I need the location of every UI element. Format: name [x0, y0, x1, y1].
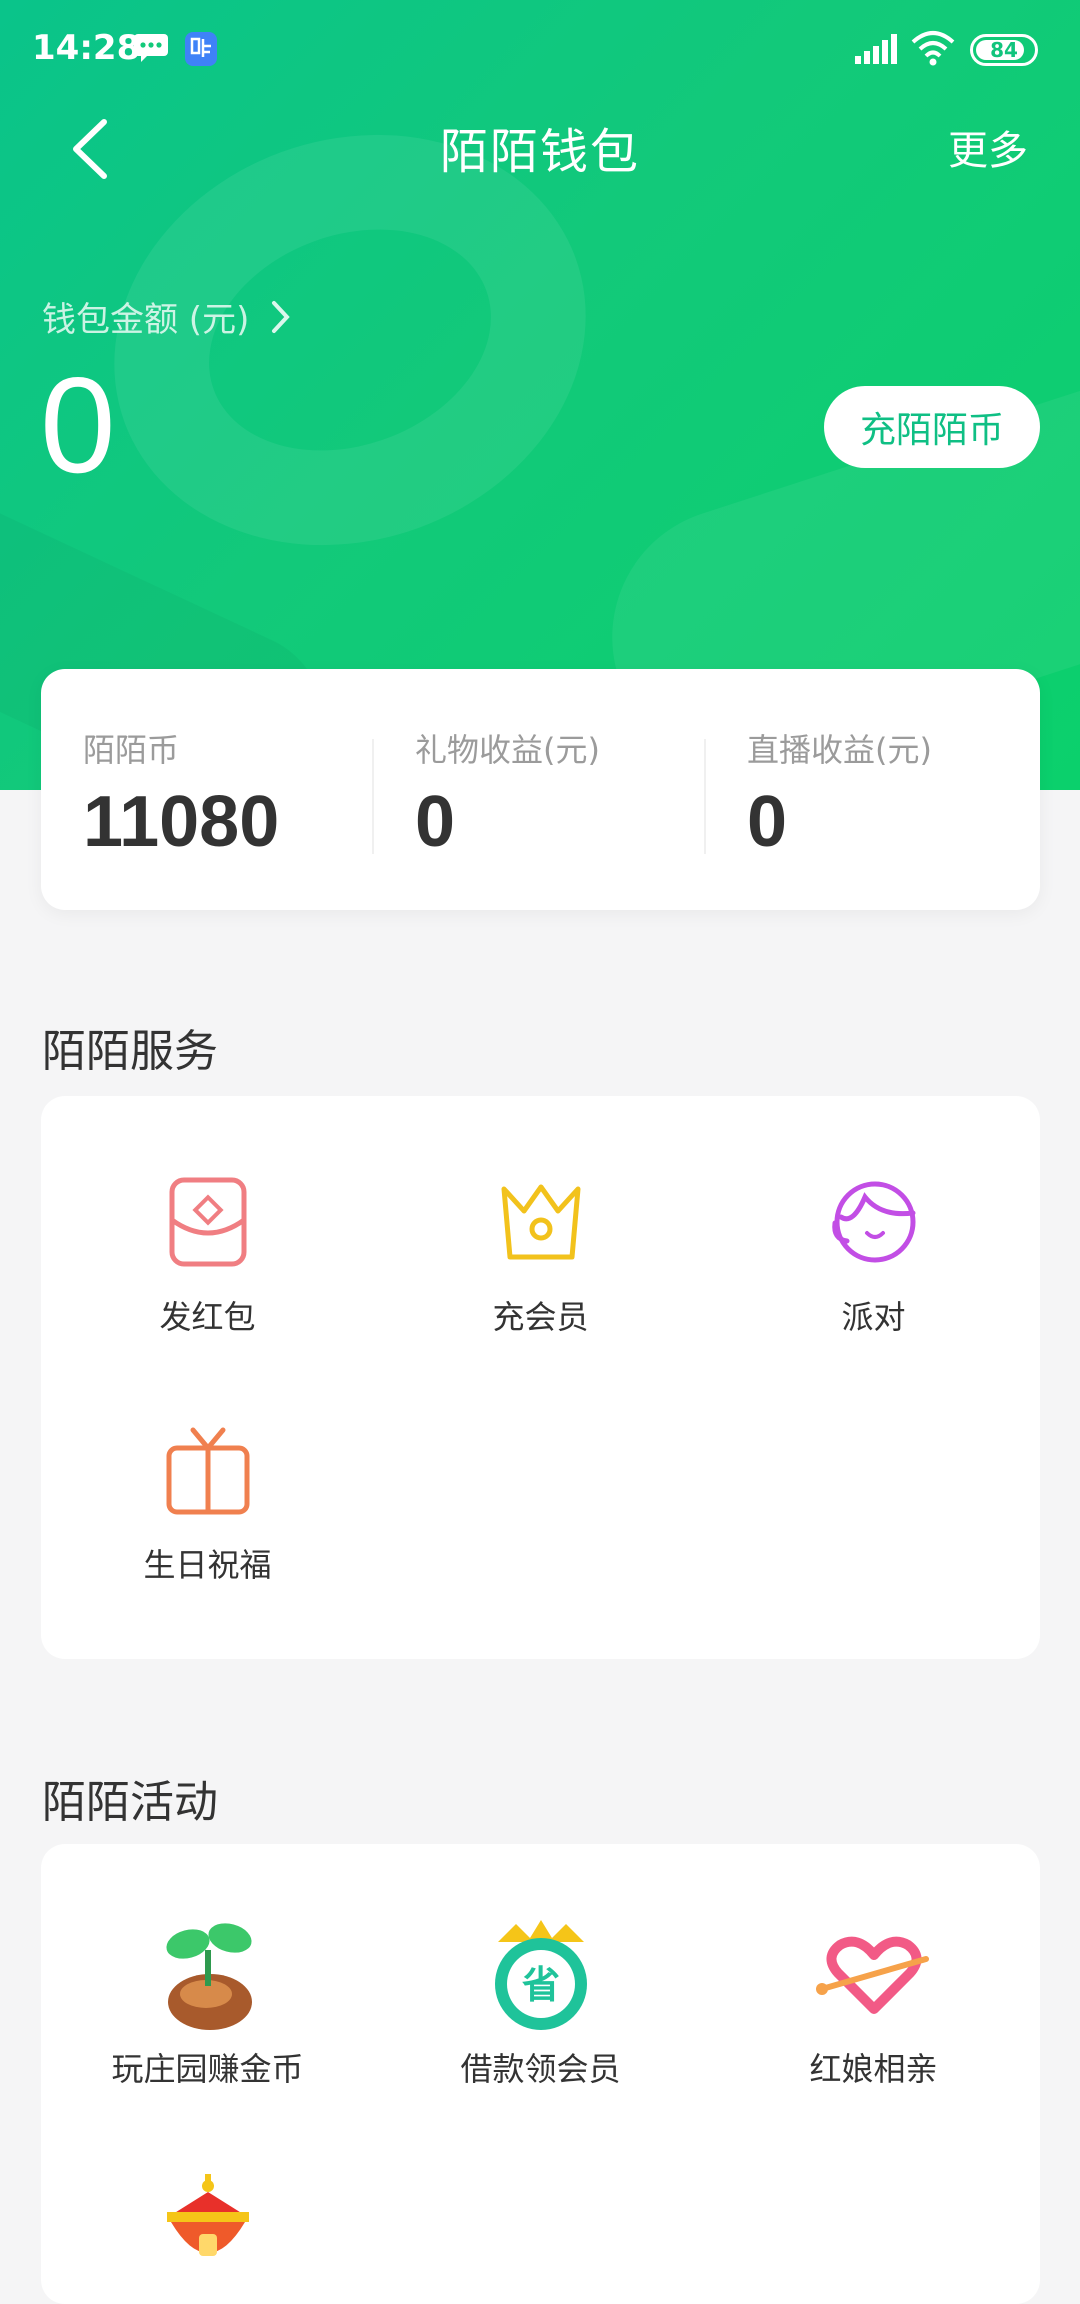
tieba-icon	[185, 32, 217, 66]
activity-label: 借款领会员	[460, 2050, 621, 2088]
message-icon	[134, 34, 168, 62]
svg-text:省: 省	[521, 1963, 559, 2007]
balance-value: 0	[747, 782, 788, 862]
activity-lantern[interactable]	[41, 2174, 374, 2294]
divider	[372, 739, 374, 854]
party-face-icon	[831, 1181, 915, 1263]
wallet-amount: 0	[40, 349, 116, 501]
live-income-balance[interactable]: 直播收益(元) 0	[747, 725, 932, 863]
heart-arrow-icon	[815, 1936, 929, 2014]
chevron-right-icon	[272, 300, 291, 333]
balance-value: 11080	[83, 782, 280, 862]
lantern-icon	[166, 2174, 249, 2256]
activities-section-title: 陌陌活动	[42, 1777, 218, 1828]
crown-icon	[501, 1184, 580, 1260]
service-label: 生日祝福	[143, 1546, 272, 1584]
page-title: 陌陌钱包	[439, 124, 640, 180]
activity-matchmaking[interactable]: 红娘相亲	[707, 1914, 1040, 2090]
sprout-icon	[165, 1923, 252, 2030]
red-envelope-icon	[169, 1177, 246, 1267]
recharge-coins-button[interactable]: 充陌陌币	[824, 386, 1040, 468]
service-label: 派对	[841, 1298, 906, 1336]
activity-loan-membership[interactable]: 省 借款领会员	[374, 1914, 707, 2090]
battery-level: 84	[990, 38, 1018, 62]
wallet-amount-label: 钱包金额 (元)	[42, 300, 250, 340]
activities-card: 玩庄园赚金币 省 借款领会员 红娘相亲	[41, 1844, 1040, 2304]
services-section-title: 陌陌服务	[42, 1026, 218, 1077]
service-birthday-wish[interactable]: 生日祝福	[41, 1420, 374, 1586]
balance-label: 陌陌币	[83, 731, 180, 769]
battery-indicator: 84	[970, 34, 1038, 66]
save-badge-icon: 省	[494, 1920, 587, 2030]
service-party[interactable]: 派对	[707, 1172, 1040, 1338]
wallet-amount-link[interactable]: 钱包金额 (元)	[42, 292, 291, 341]
service-label: 发红包	[159, 1298, 256, 1336]
status-bar: 14:28 84	[0, 0, 1080, 100]
activity-farm[interactable]: 玩庄园赚金币	[41, 1914, 374, 2090]
gift-income-balance[interactable]: 礼物收益(元) 0	[415, 725, 600, 863]
more-button[interactable]: 更多	[948, 118, 1028, 176]
wifi-icon	[911, 31, 955, 66]
service-red-envelope[interactable]: 发红包	[41, 1172, 374, 1338]
gift-icon	[166, 1427, 249, 1515]
momo-coin-balance[interactable]: 陌陌币 11080	[83, 725, 279, 863]
service-membership[interactable]: 充会员	[374, 1172, 707, 1338]
activity-label: 红娘相亲	[809, 2050, 938, 2088]
balance-value: 0	[415, 782, 456, 862]
service-label: 充会员	[492, 1298, 589, 1336]
status-time: 14:28	[32, 28, 141, 68]
balance-label: 礼物收益(元)	[415, 731, 600, 769]
balance-label: 直播收益(元)	[747, 731, 932, 769]
signal-icon	[855, 34, 897, 64]
divider	[704, 739, 706, 854]
services-card: 发红包 充会员 派对 生日祝福	[41, 1096, 1040, 1659]
activity-label: 玩庄园赚金币	[111, 2050, 304, 2088]
balance-card: 陌陌币 11080 礼物收益(元) 0 直播收益(元) 0	[41, 669, 1040, 910]
